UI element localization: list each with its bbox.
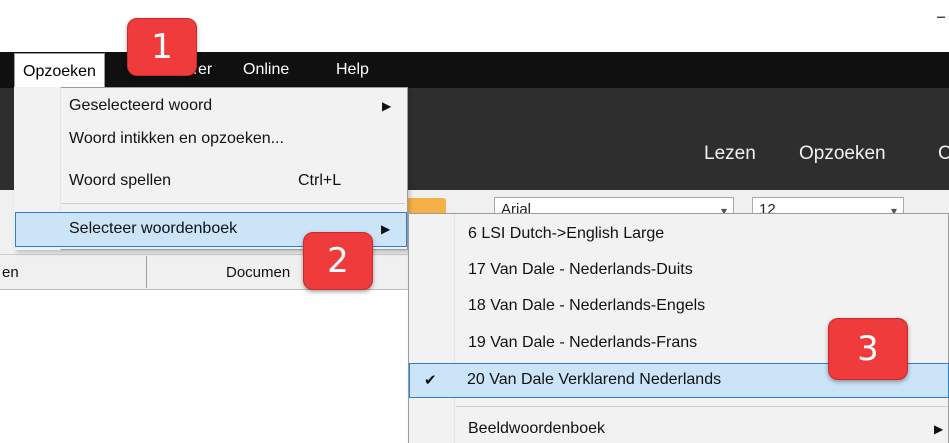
menu-item-dictionary-17[interactable]: 17 Van Dale - Nederlands-Duits (410, 254, 948, 287)
menubar-item-online[interactable]: Online (243, 61, 289, 79)
submenu-arrow-icon: ▶ (381, 222, 391, 236)
menu-separator (62, 203, 405, 204)
menu-separator (456, 406, 948, 407)
annotation-badge-2: 2 (303, 232, 373, 290)
menu-item-geselecteerd-woord[interactable]: Geselecteerd woord ▶ (16, 90, 406, 123)
menu-item-shortcut: Ctrl+L (298, 172, 342, 189)
menu-item-woord-intikken[interactable]: Woord intikken en opzoeken... (16, 123, 406, 156)
status-left-text: en (2, 264, 19, 281)
checkmark-icon: ✔ (424, 372, 437, 389)
minimize-icon[interactable]: – (936, 4, 949, 30)
menu-item-label: Geselecteerd woord (69, 97, 213, 114)
menu-item-label: 6 LSI Dutch->English Large (468, 225, 665, 242)
menu-item-label: Woord intikken en opzoeken... (69, 130, 284, 147)
submenu-arrow-icon: ▶ (382, 99, 392, 113)
menu-item-label: 18 Van Dale - Nederlands-Engels (468, 297, 706, 314)
ribbon-tab-lezen[interactable]: Lezen (704, 143, 756, 165)
menu-item-label: 19 Van Dale - Nederlands-Frans (468, 334, 698, 351)
menu-item-label: Selecteer woordenboek (69, 220, 238, 237)
menu-item-beeldwoordenboek[interactable]: Beeldwoordenboek ▶ (410, 413, 948, 443)
menu-item-label: Beeldwoordenboek (468, 420, 605, 437)
menu-item-dictionary-6[interactable]: 6 LSI Dutch->English Large (410, 218, 948, 251)
menu-item-label: 20 Van Dale Verklarend Nederlands (467, 371, 722, 388)
ribbon-tab-opzoeken[interactable]: Opzoeken (799, 143, 886, 165)
status-document-text: Documen (226, 264, 291, 281)
annotation-badge-3: 3 (828, 318, 908, 380)
menu-item-label: 17 Van Dale - Nederlands-Duits (468, 261, 693, 278)
annotation-badge-1: 1 (127, 18, 197, 76)
menu-item-label: Woord spellen (69, 172, 171, 189)
menubar-item-help[interactable]: Help (336, 61, 369, 79)
ribbon-tab-partial[interactable]: C (938, 143, 949, 165)
menu-item-woord-spellen[interactable]: Woord spellen Ctrl+L (16, 165, 406, 198)
status-divider (146, 256, 147, 288)
submenu-arrow-icon: ▶ (934, 422, 944, 436)
menubar-item-opzoeken[interactable]: Opzoeken (14, 53, 105, 87)
